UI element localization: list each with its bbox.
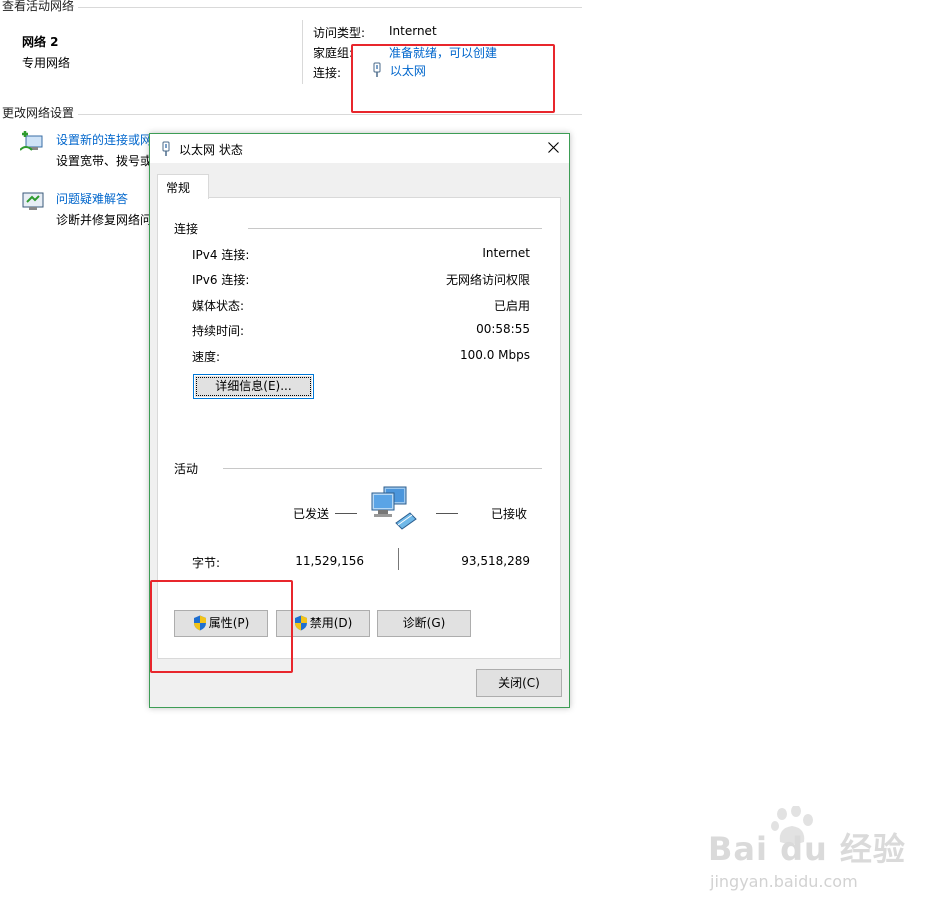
ipv4-label: IPv4 连接: <box>192 248 250 262</box>
section-change-settings-heading: 更改网络设置 <box>2 106 75 120</box>
bytes-received-value: 93,518,289 <box>461 554 530 568</box>
duration-value: 00:58:55 <box>476 322 530 336</box>
connection-label: 连接: <box>313 66 342 80</box>
task-new-connection-title: 设置新的连接或网 <box>56 133 153 147</box>
task-new-connection-desc: 设置宽带、拨号或 <box>56 154 153 168</box>
section-active-network-heading: 查看活动网络 <box>2 0 75 13</box>
ipv6-label: IPv6 连接: <box>192 273 250 287</box>
close-icon <box>547 142 559 153</box>
highlight-box-connection <box>351 44 555 113</box>
highlight-box-properties <box>150 580 293 673</box>
new-connection-icon <box>20 131 43 151</box>
access-type-value: Internet <box>389 24 437 38</box>
ipv6-value: 无网络访问权限 <box>445 273 530 287</box>
network-name: 网络 2 <box>22 35 59 49</box>
sent-dash <box>335 513 357 514</box>
network-computers-icon <box>371 486 417 530</box>
sent-label: 已发送 <box>293 507 330 521</box>
task-new-connection[interactable]: 设置新的连接或网 设置宽带、拨号或 <box>20 130 160 170</box>
tab-general[interactable]: 常规 <box>157 174 209 199</box>
bytes-sent-value: 11,529,156 <box>295 554 364 568</box>
task-troubleshoot-title: 问题疑难解答 <box>56 192 129 206</box>
network-type: 专用网络 <box>22 56 71 70</box>
troubleshoot-icon <box>22 192 44 210</box>
tab-general-label: 常规 <box>166 181 191 195</box>
access-type-label: 访问类型: <box>313 26 366 40</box>
details-button[interactable]: 详细信息(E)... <box>193 374 314 399</box>
media-state-value: 已启用 <box>493 299 530 313</box>
group-activity-heading: 活动 <box>174 462 199 476</box>
group-connection-heading: 连接 <box>174 222 199 236</box>
duration-label: 持续时间: <box>192 324 245 338</box>
vertical-divider <box>302 20 303 84</box>
watermark-url: jingyan.baidu.com <box>710 872 858 891</box>
section-divider <box>78 7 582 8</box>
received-label: 已接收 <box>491 507 528 521</box>
group-divider <box>223 468 542 469</box>
watermark-brand: Bai du 经验 <box>708 830 906 868</box>
uac-shield-icon <box>294 615 307 631</box>
group-divider <box>248 228 542 229</box>
dialog-title: 以太网 状态 <box>179 143 243 157</box>
received-dash <box>436 513 458 514</box>
dialog-close-button[interactable] <box>540 136 566 160</box>
speed-label: 速度: <box>192 350 221 364</box>
homegroup-label: 家庭组: <box>313 46 354 60</box>
bytes-label: 字节: <box>192 556 221 570</box>
ipv4-value: Internet <box>482 246 530 260</box>
ethernet-plug-icon <box>162 141 170 156</box>
speed-value: 100.0 Mbps <box>459 348 530 362</box>
dialog-titlebar[interactable]: 以太网 状态 <box>150 134 569 163</box>
section-divider <box>78 114 582 115</box>
close-button[interactable]: 关闭(C) <box>476 669 562 697</box>
disable-button-label: 禁用(D) <box>309 616 353 630</box>
task-troubleshoot[interactable]: 问题疑难解答 诊断并修复网络问 <box>20 189 160 229</box>
bytes-separator <box>398 548 399 570</box>
media-state-label: 媒体状态: <box>192 299 245 313</box>
diagnose-button[interactable]: 诊断(G) <box>377 610 471 637</box>
baidu-jingyan-watermark: Bai du 经验 jingyan.baidu.com <box>708 806 906 891</box>
task-troubleshoot-desc: 诊断并修复网络问 <box>56 213 153 227</box>
